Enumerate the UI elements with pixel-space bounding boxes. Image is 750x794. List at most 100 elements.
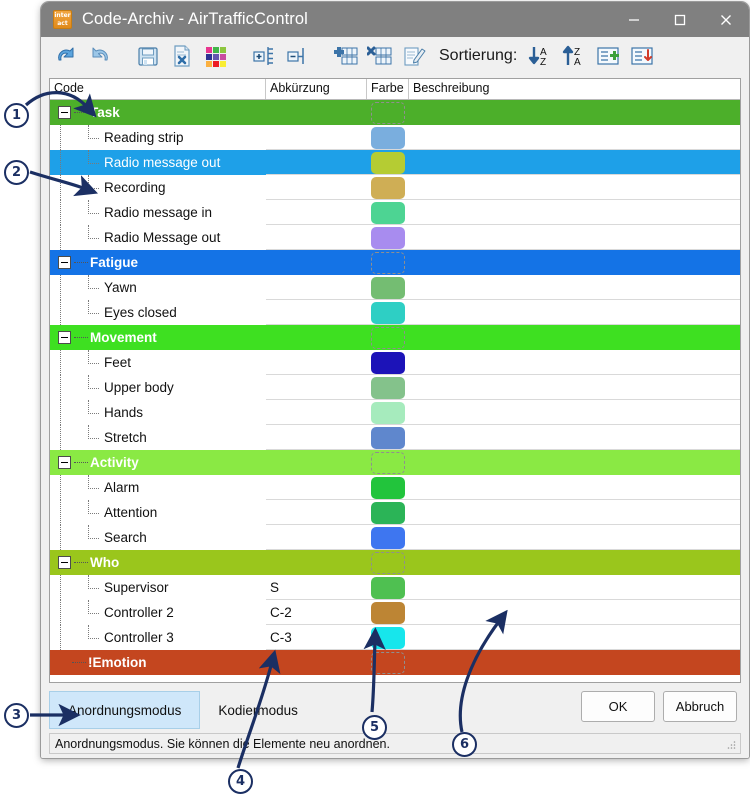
cell-beschreibung[interactable] bbox=[409, 200, 740, 225]
cell-abkuerzung[interactable] bbox=[266, 650, 367, 675]
sort-ascending-az-icon[interactable]: A Z bbox=[523, 39, 557, 73]
sort-descending-za-icon[interactable]: Z A bbox=[557, 39, 591, 73]
cell-abkuerzung[interactable] bbox=[266, 250, 367, 275]
tree-row[interactable]: Controller 3 C-3 bbox=[50, 625, 740, 650]
cell-farbe[interactable] bbox=[367, 125, 409, 150]
collapse-all-icon[interactable] bbox=[281, 39, 315, 73]
tree-row[interactable]: Stretch bbox=[50, 425, 740, 450]
cancel-button[interactable]: Abbruch bbox=[663, 691, 737, 722]
cell-farbe[interactable] bbox=[367, 225, 409, 250]
tree-row[interactable]: Alarm bbox=[50, 475, 740, 500]
cell-abkuerzung[interactable] bbox=[266, 500, 367, 525]
maximize-button[interactable] bbox=[657, 2, 703, 37]
cell-abkuerzung[interactable] bbox=[266, 225, 367, 250]
collapse-expander-icon[interactable] bbox=[58, 556, 71, 569]
cell-abkuerzung[interactable] bbox=[266, 400, 367, 425]
cell-beschreibung[interactable] bbox=[409, 550, 740, 575]
cell-abkuerzung[interactable] bbox=[266, 550, 367, 575]
add-sort-icon[interactable] bbox=[591, 39, 625, 73]
close-button[interactable] bbox=[703, 2, 749, 37]
color-swatch[interactable] bbox=[371, 376, 405, 399]
color-swatch[interactable] bbox=[371, 301, 405, 324]
cell-abkuerzung[interactable] bbox=[266, 125, 367, 150]
expand-all-icon[interactable] bbox=[247, 39, 281, 73]
tree-group-row[interactable]: Activity bbox=[50, 450, 740, 475]
tree-row[interactable]: Radio Message out bbox=[50, 225, 740, 250]
tree-group-row[interactable]: Movement bbox=[50, 325, 740, 350]
cell-farbe[interactable] bbox=[367, 625, 409, 650]
tree-row[interactable]: Radio message in bbox=[50, 200, 740, 225]
cell-farbe[interactable] bbox=[367, 275, 409, 300]
cell-farbe[interactable] bbox=[367, 300, 409, 325]
tree-group-row[interactable]: Fatigue bbox=[50, 250, 740, 275]
tree-row[interactable]: Recording bbox=[50, 175, 740, 200]
color-swatch[interactable] bbox=[371, 551, 405, 574]
cell-farbe[interactable] bbox=[367, 150, 409, 175]
color-swatch[interactable] bbox=[371, 126, 405, 149]
delete-row-icon[interactable] bbox=[363, 39, 397, 73]
cell-beschreibung[interactable] bbox=[409, 425, 740, 450]
cell-farbe[interactable] bbox=[367, 575, 409, 600]
column-header-farbe[interactable]: Farbe bbox=[367, 79, 409, 99]
code-tree[interactable]: Code Abkürzung Farbe Beschreibung Task Re… bbox=[49, 78, 741, 683]
tree-row[interactable]: Search bbox=[50, 525, 740, 550]
color-swatch[interactable] bbox=[371, 576, 405, 599]
collapse-expander-icon[interactable] bbox=[58, 456, 71, 469]
color-swatch[interactable] bbox=[371, 201, 405, 224]
cell-beschreibung[interactable] bbox=[409, 625, 740, 650]
tree-row[interactable]: Controller 2 C-2 bbox=[50, 600, 740, 625]
tree-group-row[interactable]: !Emotion bbox=[50, 650, 740, 675]
tree-group-row[interactable]: Task bbox=[50, 100, 740, 125]
cell-farbe[interactable] bbox=[367, 650, 409, 675]
color-swatch[interactable] bbox=[371, 276, 405, 299]
cell-abkuerzung[interactable]: C-3 bbox=[266, 625, 367, 650]
redo-icon[interactable] bbox=[83, 39, 117, 73]
ok-button[interactable]: OK bbox=[581, 691, 655, 722]
cell-farbe[interactable] bbox=[367, 200, 409, 225]
tree-row[interactable]: Attention bbox=[50, 500, 740, 525]
cell-farbe[interactable] bbox=[367, 600, 409, 625]
cell-farbe[interactable] bbox=[367, 400, 409, 425]
color-swatch[interactable] bbox=[371, 626, 405, 649]
tree-row[interactable]: Eyes closed bbox=[50, 300, 740, 325]
remove-sort-icon[interactable] bbox=[625, 39, 659, 73]
cell-beschreibung[interactable] bbox=[409, 125, 740, 150]
add-row-icon[interactable] bbox=[329, 39, 363, 73]
cell-abkuerzung[interactable] bbox=[266, 475, 367, 500]
collapse-expander-icon[interactable] bbox=[58, 256, 71, 269]
cell-farbe[interactable] bbox=[367, 325, 409, 350]
color-swatch[interactable] bbox=[371, 451, 405, 474]
cell-farbe[interactable] bbox=[367, 175, 409, 200]
cell-beschreibung[interactable] bbox=[409, 575, 740, 600]
tree-row[interactable]: Upper body bbox=[50, 375, 740, 400]
tree-row[interactable]: Radio message out bbox=[50, 150, 740, 175]
cell-abkuerzung[interactable] bbox=[266, 300, 367, 325]
save-icon[interactable] bbox=[131, 39, 165, 73]
cell-abkuerzung[interactable] bbox=[266, 200, 367, 225]
cell-abkuerzung[interactable] bbox=[266, 100, 367, 125]
color-swatch[interactable] bbox=[371, 526, 405, 549]
edit-notes-icon[interactable] bbox=[397, 39, 431, 73]
color-swatch[interactable] bbox=[371, 251, 405, 274]
column-header-code[interactable]: Code bbox=[50, 79, 266, 99]
cell-beschreibung[interactable] bbox=[409, 600, 740, 625]
cell-beschreibung[interactable] bbox=[409, 450, 740, 475]
cell-beschreibung[interactable] bbox=[409, 150, 740, 175]
cell-beschreibung[interactable] bbox=[409, 300, 740, 325]
cell-beschreibung[interactable] bbox=[409, 325, 740, 350]
cell-farbe[interactable] bbox=[367, 350, 409, 375]
resize-grip-icon[interactable] bbox=[726, 740, 736, 750]
tree-row[interactable]: Reading strip bbox=[50, 125, 740, 150]
cell-abkuerzung[interactable]: C-2 bbox=[266, 600, 367, 625]
collapse-expander-icon[interactable] bbox=[58, 106, 71, 119]
column-header-beschreibung[interactable]: Beschreibung bbox=[409, 79, 740, 99]
cell-farbe[interactable] bbox=[367, 100, 409, 125]
cell-abkuerzung[interactable] bbox=[266, 150, 367, 175]
cell-beschreibung[interactable] bbox=[409, 225, 740, 250]
tree-row[interactable]: Supervisor S bbox=[50, 575, 740, 600]
undo-icon[interactable] bbox=[49, 39, 83, 73]
cell-abkuerzung[interactable] bbox=[266, 375, 367, 400]
cell-beschreibung[interactable] bbox=[409, 475, 740, 500]
cell-beschreibung[interactable] bbox=[409, 175, 740, 200]
minimize-button[interactable] bbox=[611, 2, 657, 37]
